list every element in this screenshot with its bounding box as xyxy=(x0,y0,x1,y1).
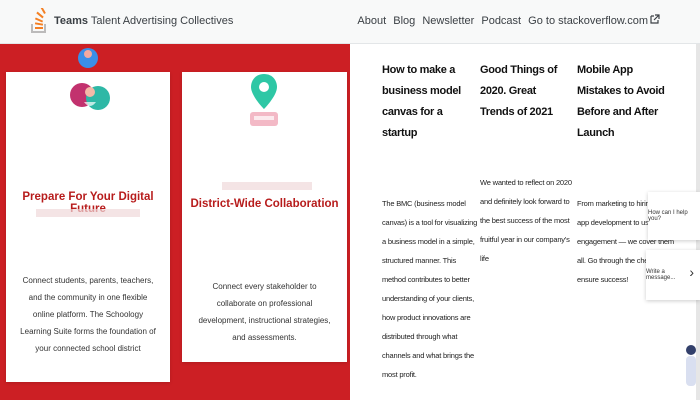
chat-greeting-text: How can I help you? xyxy=(648,210,688,222)
article-title[interactable]: Good Things of 2020. Great Trends of 202… xyxy=(480,60,572,123)
external-link-icon[interactable] xyxy=(650,14,660,24)
article-excerpt: The BMC (business model canvas) is a too… xyxy=(382,199,478,379)
card-description: Connect students, parents, teachers, and… xyxy=(20,276,156,353)
nav-podcast-link[interactable]: Podcast xyxy=(481,15,521,27)
chat-message-text: Write a message... xyxy=(646,269,676,281)
brand-teams-link[interactable]: Teams xyxy=(54,15,88,27)
stack-overflow-logo-icon[interactable] xyxy=(30,8,48,34)
faded-subtitle-bar xyxy=(36,209,140,217)
article-card[interactable]: How to make a business model canvas for … xyxy=(382,60,478,384)
top-navigation-bar: Teams Talent Advertising Collectives Abo… xyxy=(0,0,700,44)
nav-about-link[interactable]: About xyxy=(357,15,386,27)
card-description: Connect every stakeholder to collaborate… xyxy=(198,282,331,342)
brand-links: Teams Talent Advertising Collectives xyxy=(54,15,233,27)
chat-greeting-widget[interactable]: How can I help you? xyxy=(648,192,700,240)
article-title[interactable]: Mobile App Mistakes to Avoid Before and … xyxy=(577,60,675,144)
nav-stackoverflow-link[interactable]: Go to stackoverflow.com xyxy=(528,15,648,27)
nav-blog-link[interactable]: Blog xyxy=(393,15,415,27)
article-excerpt: We wanted to reflect on 2020 and definit… xyxy=(480,178,572,263)
chat-message-widget[interactable]: Write a message... › xyxy=(646,250,700,300)
card-title: District-Wide Collaboration xyxy=(190,198,339,210)
feature-card-digital-future: Prepare For Your Digital Future Connect … xyxy=(6,48,170,382)
nav-newsletter-link[interactable]: Newsletter xyxy=(422,15,474,27)
feature-card-collaboration: District-Wide Collaboration Connect ever… xyxy=(182,72,347,362)
header-nav: About Blog Newsletter Podcast Go to stac… xyxy=(353,15,648,27)
brand-sections-link[interactable]: Talent Advertising Collectives xyxy=(91,15,233,27)
article-title[interactable]: How to make a business model canvas for … xyxy=(382,60,478,144)
article-card[interactable]: Good Things of 2020. Great Trends of 202… xyxy=(480,60,572,268)
location-pin-illustration-icon xyxy=(250,74,278,126)
chat-avatar-icon[interactable] xyxy=(682,340,698,400)
faded-subtitle-bar xyxy=(222,182,312,190)
chevron-right-icon[interactable]: › xyxy=(689,264,694,280)
people-network-illustration-icon xyxy=(70,48,110,110)
blog-articles: How to make a business model canvas for … xyxy=(378,60,678,400)
